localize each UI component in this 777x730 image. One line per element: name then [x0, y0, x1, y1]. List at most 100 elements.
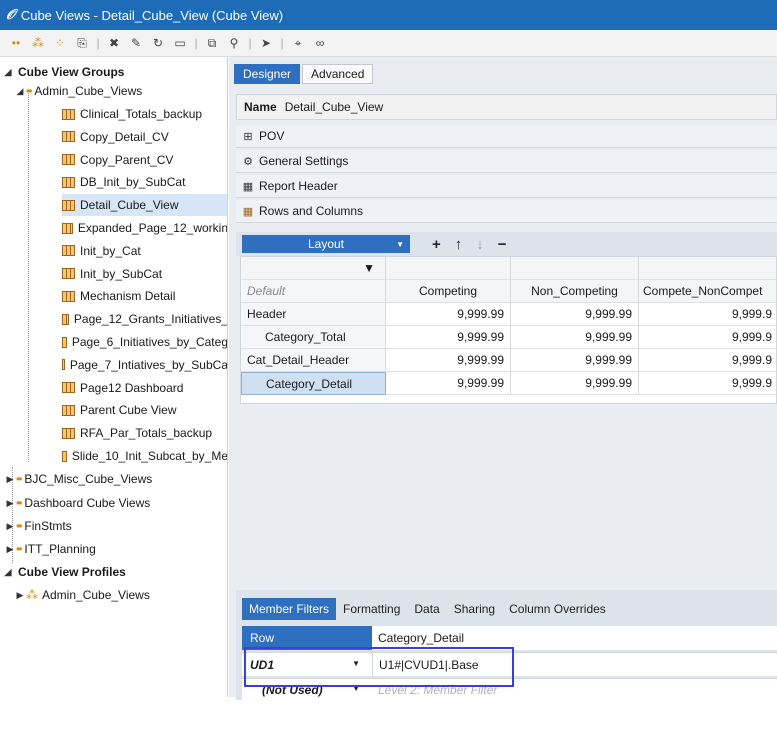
collapse-icon[interactable]: ◢ — [14, 86, 26, 97]
move-down-icon[interactable]: ↓ — [476, 236, 484, 253]
member-filter-input[interactable]: U1#|CVUD1|.Base — [372, 652, 479, 677]
tree-item-cube-view[interactable]: Copy_Detail_CV — [62, 126, 227, 148]
tree-group-itt[interactable]: ▶ •• ITT_Planning — [4, 538, 96, 560]
expand-icon[interactable]: ▶ — [4, 544, 16, 555]
create-profile-icon[interactable]: ⁘ — [50, 33, 70, 53]
grid-cell: 9,999.99 — [511, 349, 639, 372]
collapse-icon[interactable]: ◢ — [2, 567, 14, 578]
section-report-header[interactable]: ▦ Report Header — [236, 175, 777, 198]
tree-item-cube-view[interactable]: Page12 Dashboard — [62, 377, 227, 399]
tree-group-bjc[interactable]: ▶ •• BJC_Misc_Cube_Views — [4, 468, 153, 490]
expand-icon[interactable]: ▶ — [4, 474, 16, 485]
row-header[interactable]: Category_Total — [241, 326, 386, 349]
tree-item-cube-view[interactable]: Expanded_Page_12_workin — [62, 217, 228, 239]
pov-icon: ⊞ — [243, 130, 253, 143]
expand-icon[interactable]: ▶ — [4, 521, 16, 532]
chevron-down-icon: ▼ — [352, 683, 360, 693]
tree-item-cube-view[interactable]: Clinical_Totals_backup — [62, 103, 227, 125]
row-header[interactable]: Cat_Detail_Header — [241, 349, 386, 372]
add-icon[interactable]: + — [432, 236, 441, 253]
tree-item-label: Detail_Cube_View — [80, 198, 179, 213]
name-value[interactable]: Detail_Cube_View — [285, 100, 384, 114]
tree-group-admin[interactable]: ◢ •• Admin_Cube_Views — [14, 80, 143, 102]
group-icon: •• — [26, 84, 33, 98]
tree-item-cube-view[interactable]: Page_6_Initiatives_by_Categ — [62, 331, 227, 353]
search-icon[interactable]: ⚲ — [224, 33, 244, 53]
section-rows-columns[interactable]: ▦ Rows and Columns — [236, 200, 777, 223]
layout-dropdown[interactable]: Layout ▼ — [242, 235, 410, 253]
tree-item-cube-view[interactable]: Slide_10_Init_Subcat_by_Me — [62, 445, 227, 467]
dimension-dropdown[interactable]: (Not Used) ▼ — [242, 683, 372, 697]
tree-item-cube-view[interactable]: Init_by_Cat — [62, 240, 227, 262]
tree-group-dashboard[interactable]: ▶ •• Dashboard Cube Views — [4, 492, 151, 514]
tab-designer[interactable]: Designer — [234, 64, 301, 84]
grid-cell: 9,999.9 — [639, 349, 776, 372]
cube-view-icon — [62, 336, 67, 348]
tree-item-cube-view[interactable]: Init_by_SubCat — [62, 263, 227, 285]
toolbar: •• ⁂ ⁘ ⎘ | ✖ ✎ ↻ ▭ | ⧉ ⚲ | ➤ | ⌖ ∞ — [0, 30, 777, 57]
toolbar-separator: | — [280, 36, 284, 50]
row-header-selected[interactable]: Category_Detail — [241, 372, 386, 395]
tab-member-filters[interactable]: Member Filters — [242, 598, 337, 620]
dimension-dropdown[interactable]: UD1 ▼ — [242, 658, 372, 672]
cube-view-icon — [62, 199, 75, 211]
tree-item-cube-view[interactable]: Page_12_Grants_Initiatives_ — [62, 308, 227, 330]
navigate-icon[interactable]: ➤ — [256, 33, 276, 53]
not-used-row: (Not Used) ▼ Level 2: Member Filter — [242, 678, 777, 700]
group-dots-icon[interactable]: •• — [6, 33, 26, 53]
tree-item-cube-view[interactable]: DB_Init_by_SubCat — [62, 171, 227, 193]
refresh-icon[interactable]: ↻ — [148, 33, 168, 53]
copy-icon[interactable]: ⧉ — [202, 33, 222, 53]
new-cube-view-icon[interactable]: ⎘ — [72, 33, 92, 53]
level2-filter-input[interactable]: Level 2: Member Filter — [372, 683, 497, 697]
grid-empty-header — [511, 257, 639, 280]
tree-profiles-header[interactable]: ◢ Cube View Profiles — [2, 561, 126, 583]
tree-item-cube-view[interactable]: Copy_Parent_CV — [62, 149, 227, 171]
rename-icon[interactable]: ✎ — [126, 33, 146, 53]
tree-item-cube-view[interactable]: Parent Cube View — [62, 399, 227, 421]
row-header[interactable]: Header — [241, 303, 386, 326]
row-selection: Row Category_Detail — [242, 626, 777, 650]
tree-item-label: Expanded_Page_12_workin — [77, 221, 228, 235]
cube-view-icon — [62, 222, 73, 234]
tree-group-label: FinStmts — [24, 519, 72, 533]
create-group-icon[interactable]: ⁂ — [28, 33, 48, 53]
remove-icon[interactable]: − — [498, 236, 507, 253]
save-icon[interactable]: ▭ — [170, 33, 190, 53]
layout-label: Layout — [307, 237, 345, 251]
tab-advanced[interactable]: Advanced — [302, 64, 374, 84]
tab-data[interactable]: Data — [407, 598, 446, 620]
cube-view-icon — [62, 427, 75, 439]
tab-column-overrides[interactable]: Column Overrides — [502, 598, 613, 620]
column-header[interactable]: Compete_NonCompet — [639, 280, 776, 303]
member-filters-panel: Member Filters Formatting Data Sharing C… — [236, 590, 777, 700]
tree-item-cube-view[interactable]: Detail_Cube_View — [62, 194, 227, 217]
tree-item-cube-view[interactable]: Page_7_Intiatives_by_SubCa — [62, 354, 227, 376]
move-up-icon[interactable]: ↑ — [455, 236, 463, 253]
tab-formatting[interactable]: Formatting — [336, 598, 407, 620]
grid-cell: 9,999.9 — [639, 372, 776, 395]
tree-group-finstmts[interactable]: ▶ •• FinStmts — [4, 515, 72, 537]
cube-view-icon — [62, 154, 75, 166]
designer-pane: Designer Advanced Name Detail_Cube_View … — [229, 57, 777, 700]
tree-item-cube-view[interactable]: RFA_Par_Totals_backup — [62, 422, 227, 444]
object-lookup-icon[interactable]: ⌖ — [288, 33, 308, 53]
collapse-icon[interactable]: ◢ — [2, 67, 14, 78]
designer-tabs: Designer Advanced — [234, 64, 375, 84]
column-header[interactable]: Competing — [386, 280, 511, 303]
tree-item-label: Clinical_Totals_backup — [80, 107, 203, 121]
filter-cell[interactable]: ▼ — [241, 257, 386, 280]
delete-icon[interactable]: ✖ — [104, 33, 124, 53]
section-general-settings[interactable]: ⚙ General Settings — [236, 150, 777, 173]
tab-sharing[interactable]: Sharing — [447, 598, 502, 620]
filter-icon[interactable]: ▼ — [363, 261, 375, 275]
column-header[interactable]: Non_Competing — [511, 280, 639, 303]
expand-icon[interactable]: ▶ — [14, 590, 26, 601]
section-pov[interactable]: ⊞ POV — [236, 125, 777, 148]
gear-icon: ⚙ — [243, 155, 253, 168]
expand-icon[interactable]: ▶ — [4, 498, 16, 509]
view-icon[interactable]: ∞ — [310, 33, 330, 53]
tree-item-cube-view[interactable]: Mechanism Detail — [62, 285, 227, 307]
grid-cell: 9,999.99 — [386, 326, 511, 349]
tree-profile-admin[interactable]: ▶ ⁂ Admin_Cube_Views — [14, 584, 150, 606]
